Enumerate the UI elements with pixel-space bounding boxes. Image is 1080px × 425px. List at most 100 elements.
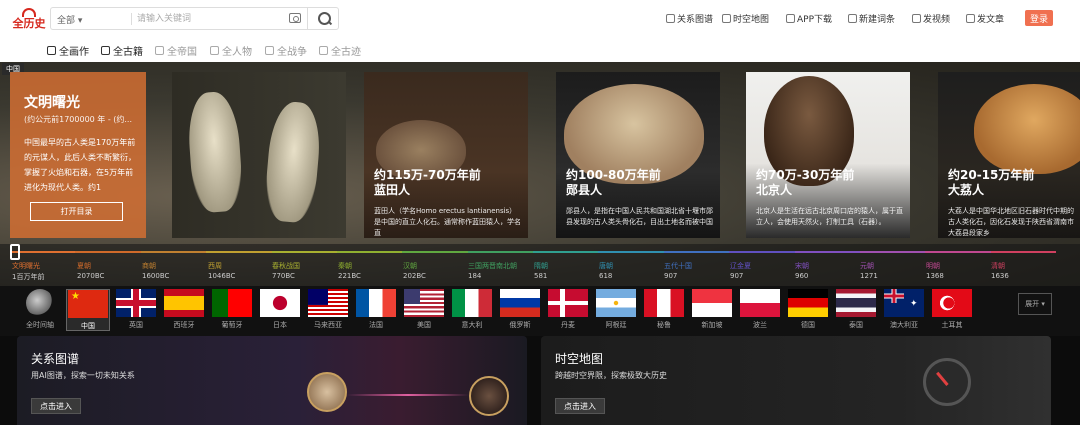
era-date: (约公元前1700000 年 - (约... <box>24 115 133 124</box>
spacetime-map-panel[interactable]: 时空地图 跨越时空界限，探索极致大历史 点击进入 <box>541 336 1051 425</box>
category-tab[interactable]: 全古籍 <box>101 43 143 58</box>
connection-line <box>347 394 469 396</box>
relation-graph-panel[interactable]: 关系图谱 用AI图谱，探索一切未知关系 点击进入 <box>17 336 527 425</box>
expand-button[interactable]: 展开 ▾ <box>1018 293 1052 315</box>
enter-button[interactable]: 点击进入 <box>555 398 605 414</box>
timeline-segment <box>729 251 795 253</box>
timeline-segment <box>598 251 664 253</box>
toplink-label: 关系图谱 <box>677 15 714 25</box>
country-label: 波兰 <box>753 321 767 329</box>
country-gb[interactable]: 英国 <box>116 289 156 331</box>
country-th[interactable]: 泰国 <box>836 289 876 331</box>
card-t2: 蓝田人 <box>374 183 411 197</box>
toplink-3[interactable]: 新建词条 <box>848 12 895 25</box>
search-button[interactable] <box>307 8 339 29</box>
country-my[interactable]: 马来西亚 <box>308 289 348 331</box>
category-tab[interactable]: 全古迹 <box>319 43 361 58</box>
video-icon <box>912 14 921 23</box>
era-item[interactable]: 元朝 1271 <box>860 261 878 280</box>
country-fr[interactable]: 法国 <box>356 289 396 331</box>
country-au[interactable]: ✦ 澳大利亚 <box>884 289 924 331</box>
category-label: 全战争 <box>277 47 307 58</box>
era-card[interactable]: 约100-80万年前 郧县人 郧县人，是指在中国人民共和国湖北省十堰市郧县发现的古人… <box>556 72 720 238</box>
era-year: 1636 <box>991 272 1009 280</box>
era-name: 宋朝 <box>795 262 809 270</box>
country-tr[interactable]: 土耳其 <box>932 289 972 331</box>
era-card[interactable]: 约115万-70万年前 蓝田人 蓝田人（学名Homo erectus lantian… <box>364 72 528 238</box>
card-caption: 约20-15万年前 大荔人 大荔人是中国华北地区旧石器时代中期的古人类化石，因化石发… <box>948 168 1074 238</box>
category-tab[interactable]: 全画作 <box>47 43 89 58</box>
era-item[interactable]: 五代十国 907 <box>664 261 692 280</box>
era-item[interactable]: 三国两晋南北朝 184 <box>468 261 517 280</box>
category-tab[interactable]: 全帝国 <box>155 43 197 58</box>
era-item[interactable]: 文明曙光 1百万年前 <box>12 261 44 282</box>
fossil-teeth-image[interactable] <box>172 72 346 238</box>
country-es[interactable]: 西班牙 <box>164 289 204 331</box>
toplink-1[interactable]: 时空地图 <box>722 12 769 25</box>
era-item[interactable]: 秦朝 221BC <box>338 261 361 280</box>
category-tab[interactable]: 全战争 <box>265 43 307 58</box>
country-dk[interactable]: 丹麦 <box>548 289 588 331</box>
toplink-label: 新建词条 <box>859 15 896 25</box>
country-pe[interactable]: 秘鲁 <box>644 289 684 331</box>
era-item[interactable]: 西周 1046BC <box>208 261 235 280</box>
era-item[interactable]: 商朝 1600BC <box>142 261 169 280</box>
era-item[interactable]: 清朝 1636 <box>991 261 1009 280</box>
card-t1: 约70万-30万年前 <box>756 168 855 182</box>
search-input[interactable] <box>137 11 307 26</box>
enter-button[interactable]: 点击进入 <box>31 398 81 414</box>
search-bar: 全部 ▾ <box>50 7 339 30</box>
login-button[interactable]: 登录 <box>1025 10 1053 26</box>
era-item[interactable]: 宋朝 960 <box>795 261 809 280</box>
country-ar[interactable]: 阿根廷 <box>596 289 636 331</box>
country-us[interactable]: 美国 <box>404 289 444 331</box>
open-catalog-button[interactable]: 打开目录 <box>30 202 123 221</box>
timeline-handle[interactable] <box>10 244 20 260</box>
country-de[interactable]: 德国 <box>788 289 828 331</box>
timeline-segment <box>794 251 860 253</box>
timeline-segment <box>859 251 926 253</box>
era-item[interactable]: 唐朝 618 <box>599 261 613 280</box>
search-scope-select[interactable]: 全部 ▾ <box>57 13 82 26</box>
era-item[interactable]: 隋朝 581 <box>534 261 548 280</box>
country-pt[interactable]: 葡萄牙 <box>212 289 252 331</box>
timeline-segment <box>206 251 272 253</box>
edit-icon <box>848 14 857 23</box>
era-card[interactable]: 约70万-30万年前 北京人 北京人是生活在远古北京周口店的猿人，属于直立人，会使用… <box>746 72 910 238</box>
country-cn[interactable]: ★ 中国 <box>66 289 110 331</box>
country-globe[interactable]: 全时间轴 <box>20 289 60 331</box>
era-item[interactable]: 夏朝 2070BC <box>77 261 104 280</box>
star-icon: ✦ <box>910 299 918 309</box>
era-card[interactable]: 约20-15万年前 大荔人 大荔人是中国华北地区旧石器时代中期的古人类化石，因化石发… <box>938 72 1080 238</box>
divider <box>131 13 132 25</box>
era-year: 184 <box>468 272 482 280</box>
era-item[interactable]: 明朝 1368 <box>926 261 944 280</box>
era-year: 1600BC <box>142 272 170 280</box>
portrait-avatar[interactable] <box>307 372 347 412</box>
country-label: 丹麦 <box>561 321 575 329</box>
toplink-2[interactable]: APP下载 <box>786 12 832 25</box>
era-name: 西周 <box>208 262 222 270</box>
flag-cn-icon: ★ <box>68 290 108 318</box>
toplink-4[interactable]: 发视频 <box>912 12 950 25</box>
era-item[interactable]: 春秋战国 770BC <box>272 261 300 280</box>
country-label: 法国 <box>369 321 383 329</box>
toplink-5[interactable]: 发文章 <box>966 12 1004 25</box>
country-ru[interactable]: 俄罗斯 <box>500 289 540 331</box>
era-item[interactable]: 汉朝 202BC <box>403 261 426 280</box>
logo-mark-icon <box>22 8 36 17</box>
camera-icon[interactable] <box>289 13 301 23</box>
era-year: 1046BC <box>208 272 236 280</box>
portrait-avatar[interactable] <box>469 376 509 416</box>
country-jp[interactable]: 日本 <box>260 289 300 331</box>
country-it[interactable]: 意大利 <box>452 289 492 331</box>
country-label: 美国 <box>417 321 431 329</box>
era-name: 辽金夏 <box>730 262 751 270</box>
country-pl[interactable]: 波兰 <box>740 289 780 331</box>
toplink-0[interactable]: 关系图谱 <box>666 12 713 25</box>
flag-ru-icon <box>500 289 540 317</box>
category-tab[interactable]: 全人物 <box>210 43 252 58</box>
country-sg[interactable]: 新加坡 <box>692 289 732 331</box>
era-item[interactable]: 辽金夏 907 <box>730 261 751 280</box>
site-logo[interactable]: 全历史 <box>10 8 48 30</box>
